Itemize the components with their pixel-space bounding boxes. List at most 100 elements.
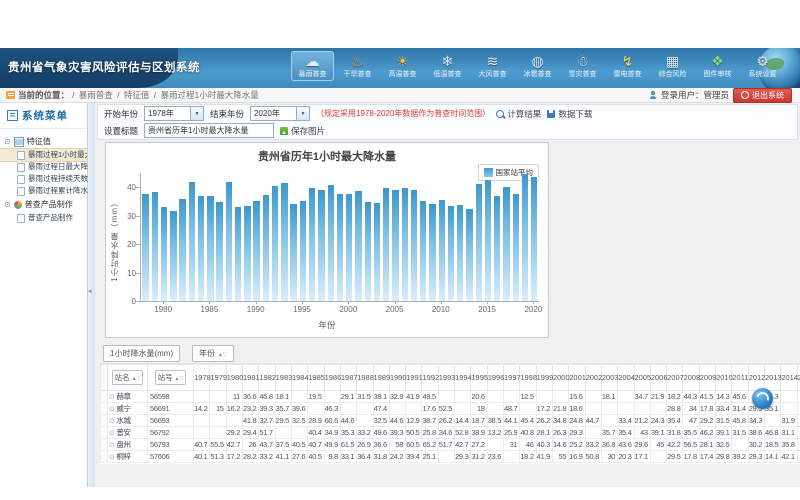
login-user-label: 登录用户：管理员 xyxy=(661,89,729,101)
station-name-cell[interactable]: ⊙ 威宁 xyxy=(108,403,148,415)
collapse-arrow-icon: ◂ xyxy=(88,287,92,295)
end-year-select[interactable]: 2020年 ▼ xyxy=(250,106,310,121)
start-year-select[interactable]: 1978年 ▼ xyxy=(144,106,204,121)
sidebar-item[interactable]: 暴雨过程日最大降水量 xyxy=(0,161,87,173)
app-window: 贵州省气象灾害风险评估与区划系统 ☁暴雨普查♨干旱普查☀高温普查❄低温普查≋大风… xyxy=(0,48,800,487)
value-cell xyxy=(291,391,307,403)
station-name-cell[interactable]: ⊙ 桐梓 xyxy=(108,451,148,463)
floating-widget-icon[interactable] xyxy=(752,388,773,409)
toolbar-item-snow[interactable]: ☃雪灾普查 xyxy=(561,51,604,81)
sidebar-group-0[interactable]: ⊙特征值 xyxy=(0,134,87,149)
value-cell: 55 xyxy=(552,451,568,463)
toolbar-item-cold[interactable]: ❄低温普查 xyxy=(426,51,469,81)
sidebar-item[interactable]: 暴雨过程1小时最大降水量 xyxy=(0,149,87,161)
value-cell: 31.1 xyxy=(781,427,797,439)
breadcrumb-item[interactable]: 特征值 xyxy=(124,90,150,100)
value-cell: 39.6 xyxy=(291,403,307,415)
value-cell: 49.9 xyxy=(324,439,340,451)
value-cell: 35.4 xyxy=(667,415,683,427)
toolbar-item-rainstorm[interactable]: ☁暴雨普查 xyxy=(291,51,334,81)
row-expand-icon[interactable]: ⊙ xyxy=(109,418,115,425)
bar-1978 xyxy=(142,194,148,301)
station-name-cell[interactable]: ⊙ 水城 xyxy=(108,415,148,427)
value-cell: 60.5 xyxy=(406,439,422,451)
cold-icon: ❄ xyxy=(427,53,468,70)
station-name-sort[interactable]: 站名▲▽ xyxy=(112,370,144,385)
year-column-header: 1983 xyxy=(275,365,291,391)
header-toolbar: ☁暴雨普查♨干旱普查☀高温普查❄低温普查≋大风普查◍冰雹普查☃雪灾普查↯雷电普查… xyxy=(291,51,784,81)
set-title-label: 设置标题 xyxy=(104,125,138,137)
controls-row-2: 设置标题 保存图片 xyxy=(98,122,797,139)
y-tick-label: 10 xyxy=(110,269,136,278)
table-year-sort-chip[interactable]: 年份 ▲▽ xyxy=(192,345,234,362)
value-cell: 18.2 xyxy=(667,391,683,403)
value-cell: 29.6 xyxy=(634,439,650,451)
value-cell: 31.8 xyxy=(667,427,683,439)
sidebar-group-1[interactable]: ⊙普查产品制作 xyxy=(0,197,87,212)
x-tick-mark xyxy=(163,301,164,304)
row-expand-icon[interactable]: ⊙ xyxy=(109,442,115,449)
row-expand-icon[interactable]: ⊙ xyxy=(109,430,115,437)
toolbar-item-lightning[interactable]: ↯雷电普查 xyxy=(606,51,649,81)
year-column-header: 1997 xyxy=(504,365,520,391)
chart-title-input[interactable] xyxy=(144,123,274,138)
value-cell xyxy=(585,427,601,439)
toolbar-item-hail[interactable]: ◍冰雹普查 xyxy=(516,51,559,81)
sidebar-item[interactable]: 普查产品制作 xyxy=(0,212,87,224)
sidebar-item[interactable]: 暴雨过程累计降水量 xyxy=(0,185,87,197)
toolbar-item-settings[interactable]: ⚙系统设置 xyxy=(741,51,784,81)
value-cell: 24.3 xyxy=(650,415,666,427)
value-cell: 29.3 xyxy=(455,451,471,463)
logout-button[interactable]: 退出系统 xyxy=(733,88,792,103)
value-cell: 17.4 xyxy=(699,451,715,463)
value-cell xyxy=(618,391,634,403)
bar-1990 xyxy=(253,201,259,301)
breadcrumb: / 暴雨普查 / 特征值 / 暴雨过程1小时最大降水量 xyxy=(72,89,261,101)
breadcrumb-item[interactable]: 暴雨普查 xyxy=(79,90,113,100)
value-cell: 32.5 xyxy=(716,439,732,451)
toolbar-item-risk[interactable]: ▦综合风险 xyxy=(651,51,694,81)
row-expand-icon[interactable]: ⊙ xyxy=(109,406,115,413)
station-name-cell[interactable]: ⊙ 赫章 xyxy=(108,391,148,403)
value-cell: 35.4 xyxy=(618,427,634,439)
bar-2003 xyxy=(374,203,380,301)
bar-1981 xyxy=(170,211,176,301)
row-expand-icon[interactable]: ⊙ xyxy=(109,454,115,461)
value-cell: 28.8 xyxy=(667,403,683,415)
year-column-header: 2011 xyxy=(732,365,748,391)
year-column-header: 2012 xyxy=(748,365,764,391)
station-name-cell[interactable]: ⊙ 普安 xyxy=(108,427,148,439)
value-cell xyxy=(601,403,617,415)
station-name-cell[interactable]: ⊙ 盘州 xyxy=(108,439,148,451)
value-cell: 36.8 xyxy=(601,439,617,451)
x-axis-label: 年份 xyxy=(106,319,548,331)
location-icon xyxy=(6,91,15,99)
calc-result-button[interactable]: 计算结果 xyxy=(496,108,541,120)
value-cell xyxy=(406,403,422,415)
value-cell: 35.8 xyxy=(781,439,797,451)
sidebar-tree: ⊙特征值暴雨过程1小时最大降水量暴雨过程日最大降水量暴雨过程持续天数暴雨过程累计… xyxy=(0,129,87,224)
toolbar-item-wind[interactable]: ≋大风普查 xyxy=(471,51,514,81)
bar-1993 xyxy=(281,183,287,301)
toolbar-item-heat[interactable]: ☀高温普查 xyxy=(381,51,424,81)
value-cell: 14.1 xyxy=(765,451,781,463)
data-download-button[interactable]: 数据下载 xyxy=(547,108,592,120)
value-cell: 45.8 xyxy=(732,415,748,427)
value-cell: 17.2 xyxy=(536,403,552,415)
toolbar-item-drought[interactable]: ♨干旱普查 xyxy=(336,51,379,81)
value-cell: 56.5 xyxy=(683,439,699,451)
station-id-sort[interactable]: 站号▲▽ xyxy=(155,370,187,385)
x-tick-label: 2010 xyxy=(426,305,456,314)
table-row: ⊙ 盘州5679340.755.542.72643.737.540.540.74… xyxy=(101,439,800,451)
breadcrumb-item[interactable]: 暴雨过程1小时最大降水量 xyxy=(160,90,258,100)
year-column-header: 2004 xyxy=(618,365,634,391)
value-cell: 32.5 xyxy=(291,415,307,427)
save-image-button[interactable]: 保存图片 xyxy=(280,125,325,137)
sidebar-item[interactable]: 暴雨过程持续天数 xyxy=(0,173,87,185)
value-cell: 45.4 xyxy=(520,415,536,427)
data-table: 站名▲▽站号▲▽19781979198019811982198319841985… xyxy=(100,364,800,463)
bar-1991 xyxy=(263,195,269,301)
value-cell xyxy=(438,391,454,403)
toolbar-item-map[interactable]: ❖图件审核 xyxy=(696,51,739,81)
row-expand-icon[interactable]: ⊙ xyxy=(109,394,115,401)
